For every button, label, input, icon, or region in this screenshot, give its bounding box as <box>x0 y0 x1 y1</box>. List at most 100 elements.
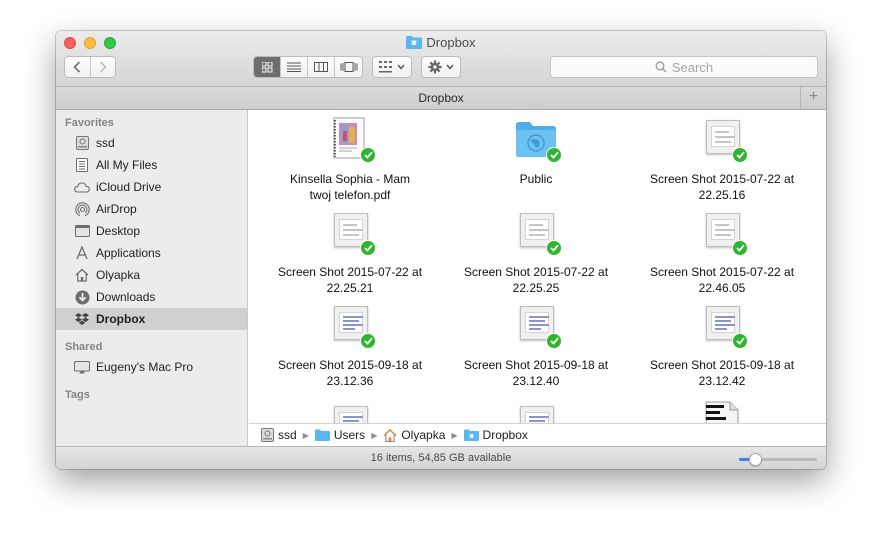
file-name: Public <box>519 172 553 186</box>
sidebar-item-label: Desktop <box>96 224 141 238</box>
file-item-screenshot[interactable]: Screen Shot 2015-07-22 at 22.46.05 <box>632 210 812 296</box>
synced-check-icon <box>732 147 748 163</box>
back-button[interactable] <box>65 57 90 77</box>
search-placeholder: Search <box>671 59 714 75</box>
sidebar: Favorites ssd All My Files iCloud Drive … <box>56 110 248 446</box>
path-bar: ssd ▶ Users ▶ Olyapka ▶ Dropbox <box>249 423 826 446</box>
file-item-screenshot[interactable]: Screen Shot 2015-07-22 at 22.25.21 <box>260 210 440 296</box>
search-icon <box>655 61 667 73</box>
chevron-down-icon <box>397 64 405 70</box>
desktop-icon <box>74 223 90 239</box>
path-segment-users[interactable]: Users <box>314 428 365 442</box>
file-name: Screen Shot 2015-09-18 at 23.12.36 <box>277 358 423 388</box>
all-files-icon <box>74 157 90 173</box>
sidebar-item-applications[interactable]: Applications <box>56 242 247 264</box>
screenshot-thumbnail <box>702 210 748 256</box>
path-separator-icon: ▶ <box>451 430 458 440</box>
cloud-icon <box>74 179 90 195</box>
sidebar-item-label: AirDrop <box>96 202 137 216</box>
file-name: Screen Shot 2015-07-22 at 22.46.05 <box>649 265 795 295</box>
file-grid: Kinsella Sophia - Mam twoj telefon.pdf Pu… <box>249 110 826 423</box>
screenshot-thumbnail <box>516 210 562 256</box>
sidebar-section-favorites: Favorites <box>65 117 114 129</box>
sidebar-item-olyapka[interactable]: Olyapka <box>56 264 247 286</box>
dropbox-folder-icon <box>406 36 423 49</box>
cover-flow-icon <box>340 62 357 72</box>
gear-icon <box>428 60 442 74</box>
path-segment-ssd[interactable]: ssd <box>261 428 297 442</box>
synced-check-icon <box>732 240 748 256</box>
synced-check-icon <box>360 333 376 349</box>
status-text: 16 items, 54,85 GB available <box>370 452 512 464</box>
screenshot-image-icon <box>520 406 554 423</box>
file-item-partial[interactable] <box>446 403 626 423</box>
navigation-buttons <box>64 56 116 78</box>
sidebar-item-ssd[interactable]: ssd <box>56 132 247 154</box>
synced-check-icon <box>546 333 562 349</box>
path-segment-olyapka[interactable]: Olyapka <box>383 428 445 442</box>
airdrop-icon <box>74 201 90 217</box>
home-icon <box>383 428 397 442</box>
window-title-text: Dropbox <box>426 35 476 50</box>
window-title: Dropbox <box>56 35 826 50</box>
path-separator-icon: ▶ <box>302 430 309 440</box>
drive-icon <box>74 135 90 151</box>
file-item-screenshot[interactable]: Screen Shot 2015-09-18 at 23.12.42 <box>632 303 812 389</box>
file-name: Kinsella Sophia - Mam twoj telefon.pdf <box>289 172 411 202</box>
file-item-screenshot[interactable]: Screen Shot 2015-09-18 at 23.12.36 <box>260 303 440 389</box>
synced-check-icon <box>360 147 376 163</box>
synced-check-icon <box>546 240 562 256</box>
sidebar-item-label: Olyapka <box>96 268 141 282</box>
sidebar-item-label: Dropbox <box>96 312 146 326</box>
toolbar: Dropbox Search <box>56 31 826 87</box>
sidebar-item-icloud-drive[interactable]: iCloud Drive <box>56 176 247 198</box>
drive-icon <box>261 428 274 442</box>
path-segment-dropbox[interactable]: Dropbox <box>463 428 528 442</box>
file-item-kinsella-pdf[interactable]: Kinsella Sophia - Mam twoj telefon.pdf <box>260 117 440 203</box>
slider-knob[interactable] <box>748 453 762 466</box>
icon-view-button[interactable] <box>254 57 281 77</box>
sidebar-section-shared: Shared <box>65 341 103 353</box>
downloads-icon <box>74 289 90 305</box>
file-item-partial[interactable] <box>260 403 440 423</box>
screenshot-thumbnail <box>516 403 556 423</box>
synced-check-icon <box>360 240 376 256</box>
file-item-public-folder[interactable]: Public <box>446 117 626 187</box>
list-view-button[interactable] <box>281 57 308 77</box>
tab-dropbox[interactable]: Dropbox <box>418 91 463 105</box>
sidebar-item-label: iCloud Drive <box>96 180 162 194</box>
view-mode-selector <box>253 56 363 78</box>
sidebar-item-label: Applications <box>96 246 161 260</box>
sidebar-item-airdrop[interactable]: AirDrop <box>56 198 247 220</box>
sidebar-item-desktop[interactable]: Desktop <box>56 220 247 242</box>
tab-bar: Dropbox + <box>56 87 826 110</box>
file-item-screenshot[interactable]: Screen Shot 2015-07-22 at 22.25.25 <box>446 210 626 296</box>
columns-icon <box>314 62 328 72</box>
sidebar-item-label: All My Files <box>96 158 158 172</box>
file-name: Screen Shot 2015-07-22 at 22.25.16 <box>649 172 795 202</box>
file-item-screenshot[interactable]: Screen Shot 2015-07-22 at 22.25.16 <box>632 117 812 203</box>
screenshot-image-icon <box>334 406 368 423</box>
forward-button[interactable] <box>89 57 115 77</box>
new-tab-button[interactable]: + <box>800 87 826 109</box>
search-field[interactable]: Search <box>550 56 818 78</box>
file-item-screenshot[interactable]: Screen Shot 2015-09-18 at 23.12.40 <box>446 303 626 389</box>
file-name: Screen Shot 2015-07-22 at 22.25.25 <box>463 265 609 295</box>
column-view-button[interactable] <box>308 57 335 77</box>
sidebar-item-downloads[interactable]: Downloads <box>56 286 247 308</box>
chevron-right-icon <box>99 61 107 73</box>
file-item-partial[interactable] <box>632 401 812 423</box>
folder-thumbnail <box>516 117 562 163</box>
cover-flow-view-button[interactable] <box>335 57 362 77</box>
path-separator-icon: ▶ <box>371 430 378 440</box>
screenshot-thumbnail <box>702 303 748 349</box>
arrange-button[interactable] <box>372 56 412 78</box>
sidebar-item-all-my-files[interactable]: All My Files <box>56 154 247 176</box>
action-button[interactable] <box>421 56 461 78</box>
sidebar-item-eugenys-mac-pro[interactable]: Eugeny's Mac Pro <box>56 356 247 378</box>
dropbox-icon <box>74 311 90 327</box>
screenshot-thumbnail <box>330 303 376 349</box>
icon-size-slider[interactable] <box>739 453 817 466</box>
sidebar-item-dropbox[interactable]: Dropbox <box>56 308 247 330</box>
file-name: Screen Shot 2015-09-18 at 23.12.40 <box>463 358 609 388</box>
